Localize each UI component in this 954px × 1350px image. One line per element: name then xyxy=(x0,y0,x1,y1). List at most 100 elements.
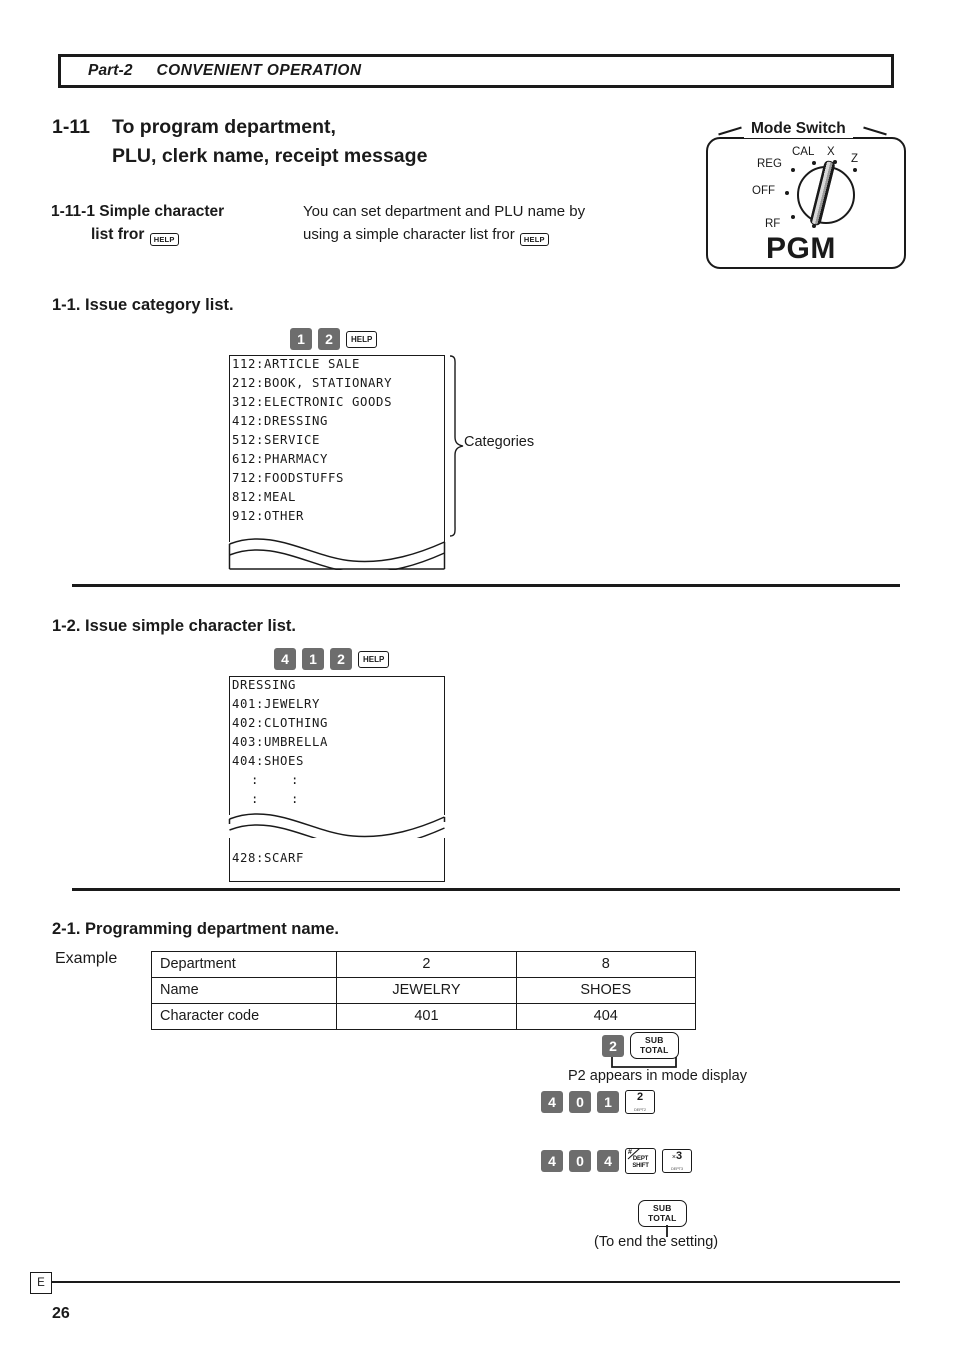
department-key-number: 2 xyxy=(636,1091,644,1103)
department-2-key[interactable]: 2 DEPT2 xyxy=(625,1090,655,1114)
subtotal-key[interactable]: SUB TOTAL xyxy=(638,1200,687,1227)
subsection-heading-line1: 1-11-1 Simple character xyxy=(51,203,225,220)
key-2[interactable]: 2 xyxy=(318,328,340,350)
receipt-2-line: DRESSING xyxy=(232,678,297,692)
dept-shift-key[interactable]: # DEPT SHIFT xyxy=(625,1148,656,1174)
table-cell-value: 2 xyxy=(336,951,517,978)
department-key-sublabel: DEPT3 xyxy=(671,1166,683,1171)
receipt-1-line: 512:SERVICE xyxy=(232,433,321,447)
sequence-4-caption: (To end the setting) xyxy=(594,1234,719,1250)
key-1[interactable]: 1 xyxy=(290,328,312,350)
receipt-2-line: 404:SHOES xyxy=(232,754,305,768)
table-row: Name JEWELRY SHOES xyxy=(150,977,697,1004)
receipt-1-line: 812:MEAL xyxy=(232,490,297,504)
subtotal-key[interactable]: SUB TOTAL xyxy=(630,1032,679,1059)
receipt-2-line: 402:CLOTHING xyxy=(232,716,329,730)
receipt-1-line: 112:ARTICLE SALE xyxy=(232,357,361,371)
department-key-number: ×3 xyxy=(663,1151,691,1163)
dept-shift-line2: SHIFT xyxy=(632,1163,649,1169)
footer-rule xyxy=(52,1281,900,1283)
mode-label-x: X xyxy=(827,146,835,158)
key-4[interactable]: 4 xyxy=(541,1091,563,1113)
manual-page: Part-2 CONVENIENT OPERATION 1-11 To prog… xyxy=(0,0,954,1350)
key-4[interactable]: 4 xyxy=(274,648,296,670)
step-2-1-heading: 2-1. Programming department name. xyxy=(52,920,339,938)
page-number: 26 xyxy=(52,1305,70,1322)
mode-label-cal: CAL xyxy=(792,146,815,158)
receipt-2-line: : : xyxy=(243,773,300,787)
department-3-key[interactable]: ×3 DEPT3 xyxy=(662,1149,692,1173)
section-title-line1: To program department, xyxy=(112,116,336,138)
dept-shift-line1: DEPT xyxy=(632,1156,649,1162)
sequence-2-keys: 4 0 1 2 DEPT2 xyxy=(541,1090,655,1114)
sequence-1-caption: P2 appears in mode display xyxy=(568,1068,747,1084)
mode-label-off: OFF xyxy=(752,185,775,197)
key-0[interactable]: 0 xyxy=(569,1091,591,1113)
chapter-banner: Part-2 CONVENIENT OPERATION xyxy=(58,54,894,88)
help-key[interactable]: HELP xyxy=(358,650,390,668)
step-1-2-heading: 1-2. Issue simple character list. xyxy=(52,617,296,635)
chapter-part-label: Part-2 xyxy=(88,62,133,79)
table-cell-value: 8 xyxy=(515,951,697,978)
subsection-body-line1: You can set department and PLU name by xyxy=(303,203,586,220)
table-row: Department 2 8 xyxy=(150,951,697,978)
categories-label: Categories xyxy=(464,434,535,450)
key-2[interactable]: 2 xyxy=(602,1034,624,1057)
table-cell-label: Character code xyxy=(150,1003,338,1030)
sequence-3-keys: 4 0 4 # DEPT SHIFT ×3 DEPT3 xyxy=(541,1148,692,1174)
receipt-2-line: 403:UMBRELLA xyxy=(232,735,329,749)
sequence-1-keys: 2 SUB TOTAL xyxy=(602,1032,679,1059)
key-4[interactable]: 4 xyxy=(541,1150,563,1172)
key-0[interactable]: 0 xyxy=(569,1150,591,1172)
help-key-icon: HELP xyxy=(519,233,549,246)
step-1-1-heading: 1-1. Issue category list. xyxy=(52,296,234,314)
table-cell-value: 404 xyxy=(515,1003,697,1030)
receipt-1-line: 212:BOOK, STATIONARY xyxy=(232,376,393,390)
section-number: 1-11 xyxy=(52,116,90,138)
table-cell-label: Department xyxy=(150,951,338,978)
receipt-1-line: 612:PHARMACY xyxy=(232,452,329,466)
example-label: Example xyxy=(55,950,118,967)
table-cell-value: 401 xyxy=(336,1003,517,1030)
mode-label-reg: REG xyxy=(757,158,782,170)
receipt-1-tear-edge xyxy=(228,538,446,570)
step-1-1-key-sequence: 1 2 HELP xyxy=(290,328,378,350)
receipt-1-line: 312:ELECTRONIC GOODS xyxy=(232,395,393,409)
subsection-heading-line2-wrap: list fror HELP xyxy=(91,223,301,246)
key-4[interactable]: 4 xyxy=(597,1150,619,1172)
mode-switch-label: Mode Switch xyxy=(744,120,853,138)
key-2[interactable]: 2 xyxy=(330,648,352,670)
receipt-1-line: 912:OTHER xyxy=(232,509,305,523)
table-cell-label: Name xyxy=(150,977,338,1004)
subtotal-key-line1: SUB xyxy=(653,1203,672,1213)
section-divider xyxy=(72,888,900,891)
receipt-2-line: 428:SCARF xyxy=(232,851,305,865)
subsection-body-line2: using a simple character list fror xyxy=(303,226,515,243)
receipt-1-line: 712:FOODSTUFFS xyxy=(232,471,345,485)
footer-language-mark: E xyxy=(30,1272,52,1294)
key-1[interactable]: 1 xyxy=(302,648,324,670)
subsection-body: You can set department and PLU name by u… xyxy=(303,200,693,246)
subtotal-key-line1: SUB xyxy=(645,1035,664,1045)
table-cell-value: SHOES xyxy=(515,977,697,1004)
mode-label-z: Z xyxy=(851,153,859,165)
key-1[interactable]: 1 xyxy=(597,1091,619,1113)
mode-switch-label-rule-left xyxy=(718,126,742,136)
department-program-table: Department 2 8 Name JEWELRY SHOES Charac… xyxy=(150,951,697,1030)
receipt-1-line: 412:DRESSING xyxy=(232,414,329,428)
subtotal-key-line2: TOTAL xyxy=(648,1212,677,1223)
mode-selected-pgm: PGM xyxy=(766,232,836,265)
table-cell-value: JEWELRY xyxy=(336,977,517,1004)
department-key-number-value: 3 xyxy=(675,1150,683,1162)
chapter-title: CONVENIENT OPERATION xyxy=(156,62,362,79)
mode-label-rf: RF xyxy=(765,218,781,230)
receipt-2-line: : : xyxy=(243,792,300,806)
subsection-heading: 1-11-1 Simple character list fror HELP xyxy=(51,200,301,246)
mode-switch-label-rule-right xyxy=(863,126,887,136)
subsection-heading-line2: list fror xyxy=(91,226,145,243)
section-title-line2: PLU, clerk name, receipt message xyxy=(112,145,428,167)
help-key[interactable]: HELP xyxy=(346,330,378,348)
table-row: Character code 401 404 xyxy=(150,1003,697,1030)
receipt-2-line: 401:JEWELRY xyxy=(232,697,321,711)
section-divider xyxy=(72,584,900,587)
